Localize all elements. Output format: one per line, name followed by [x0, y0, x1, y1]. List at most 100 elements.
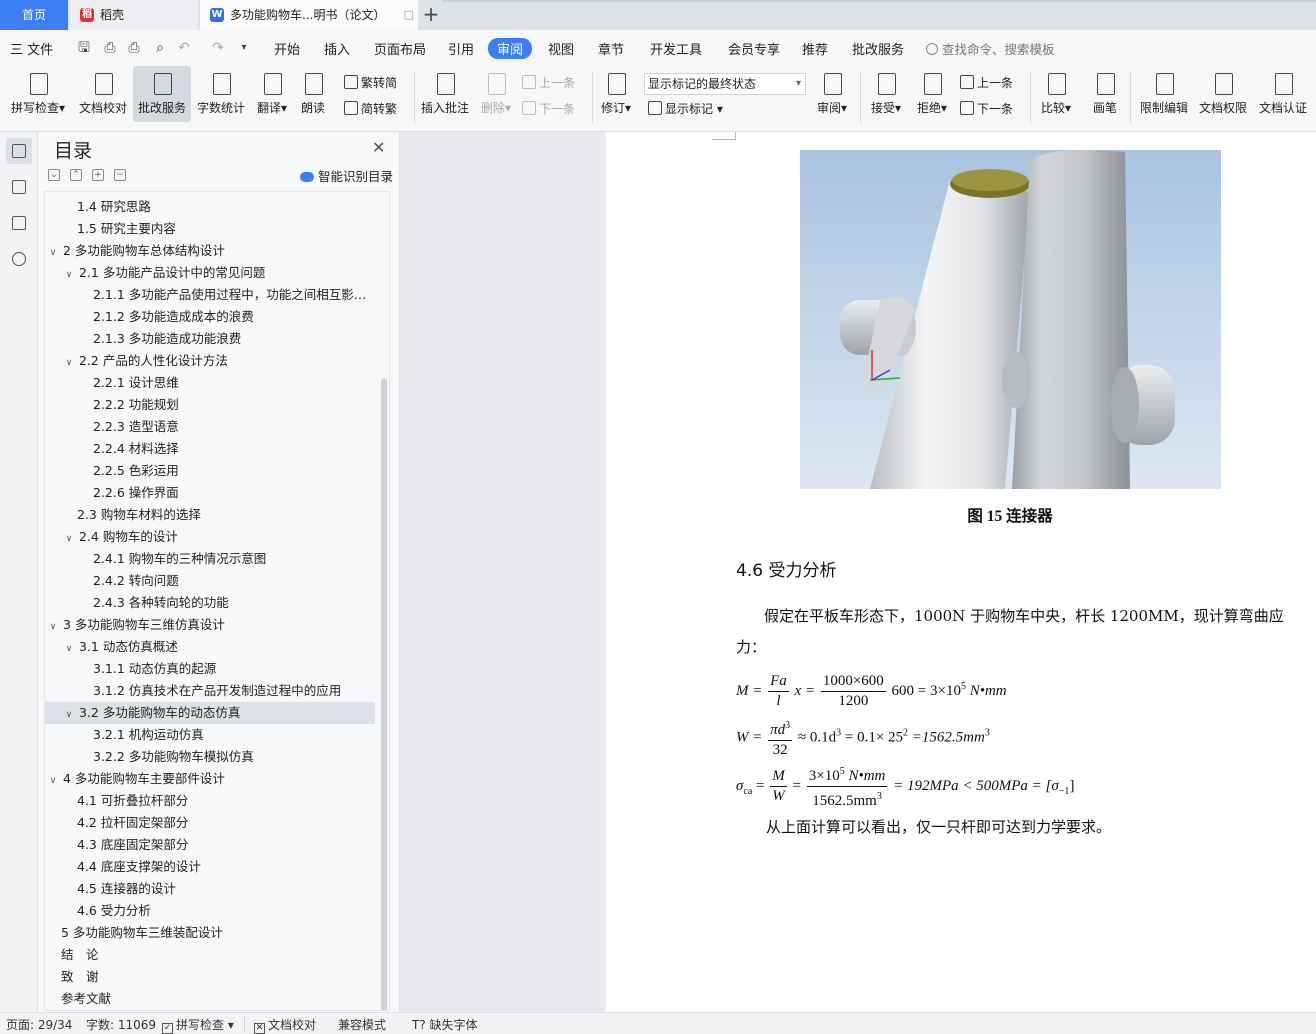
menu-member[interactable]: 会员专享	[728, 39, 780, 58]
bookmark-icon[interactable]	[6, 210, 32, 236]
review-pane-button[interactable]: 审阅▾	[814, 66, 850, 122]
pen-button[interactable]: 画笔	[1090, 66, 1120, 122]
toc-item[interactable]: 2.4.2 转向问题	[45, 570, 375, 592]
word-count-indicator[interactable]: 字数: 11069	[86, 1016, 156, 1033]
spell-check-button[interactable]: 拼写检查▾	[8, 66, 68, 122]
toc-item[interactable]: ∨ 2.4 购物车的设计	[45, 526, 375, 548]
new-tab-icon[interactable]: +	[422, 2, 440, 26]
toc-item[interactable]: 2.4.3 各种转向轮的功能	[45, 592, 375, 614]
toc-item[interactable]: 2.3 购物车材料的选择	[45, 504, 375, 526]
toc-item[interactable]: 5 多功能购物车三维装配设计	[45, 922, 375, 944]
chapter-nav-icon[interactable]	[6, 174, 32, 200]
toc-item[interactable]: 2.2.6 操作界面	[45, 482, 375, 504]
smart-toc-button[interactable]: 智能识别目录	[300, 166, 393, 185]
toc-item[interactable]: ∨ 3.1 动态仿真概述	[45, 636, 375, 658]
next-comment-button[interactable]: 下一条	[522, 100, 575, 117]
find-icon[interactable]	[6, 246, 32, 272]
toc-item[interactable]: 2.1.2 多功能造成成本的浪费	[45, 306, 375, 328]
missing-font-button[interactable]: T? 缺失字体	[412, 1016, 478, 1033]
toc-item[interactable]: ∨ 4 多功能购物车主要部件设计	[45, 768, 375, 790]
toc-item[interactable]: 2.2.4 材料选择	[45, 438, 375, 460]
menu-insert[interactable]: 插入	[324, 39, 350, 58]
toc-item[interactable]: 2.1.1 多功能产品使用过程中，功能之间相互影…	[45, 284, 375, 306]
chevron-down-icon[interactable]: ∨	[63, 264, 75, 284]
toc-item[interactable]: 4.3 底座固定架部分	[45, 834, 375, 856]
document-permission-button[interactable]: 文档权限	[1196, 66, 1250, 122]
chevron-down-icon[interactable]: ∨	[63, 638, 75, 658]
show-markup-button[interactable]: 显示标记 ▾	[648, 100, 723, 117]
chevron-down-icon[interactable]: ∨	[63, 528, 75, 548]
toc-item[interactable]: ∨ 3.2 多功能购物车的动态仿真	[45, 702, 375, 724]
toc-item[interactable]: 4.6 受力分析	[45, 900, 375, 922]
chevron-down-icon[interactable]: ∨	[63, 352, 75, 372]
chevron-down-icon[interactable]: ∨	[47, 242, 59, 262]
toc-item[interactable]: 3.1.1 动态仿真的起源	[45, 658, 375, 680]
tab-home[interactable]: 首页	[0, 0, 68, 30]
menu-chapter[interactable]: 章节	[598, 39, 624, 58]
delete-comment-button[interactable]: 删除▾	[478, 66, 514, 122]
tab-close-icon[interactable]: □	[404, 0, 414, 30]
proofread-status[interactable]: ✕ 文档校对	[254, 1016, 316, 1034]
toc-item[interactable]: 4.5 连接器的设计	[45, 878, 375, 900]
tab-document[interactable]: W 多功能购物车...明书（论文） □	[200, 0, 418, 30]
undo-icon[interactable]: ↶	[176, 40, 192, 56]
prev-change-button[interactable]: 上一条	[960, 74, 1013, 91]
tab-daoke[interactable]: 稻 稻壳	[70, 0, 198, 30]
menu-devtools[interactable]: 开发工具	[650, 39, 702, 58]
toc-item[interactable]: ∨ 2.2 产品的人性化设计方法	[45, 350, 375, 372]
toc-item[interactable]: 2.2.5 色彩运用	[45, 460, 375, 482]
toc-item[interactable]: 2.2.1 设计思维	[45, 372, 375, 394]
expand-all-icon[interactable]: ⌄	[48, 169, 60, 181]
correction-service-button[interactable]: 批改服务	[133, 66, 191, 122]
toc-item[interactable]: 4.1 可折叠拉杆部分	[45, 790, 375, 812]
chevron-down-icon[interactable]: ∨	[47, 770, 59, 790]
toc-item[interactable]: 3.1.2 仿真技术在产品开发制造过程中的应用	[45, 680, 375, 702]
toc-item[interactable]: ∨ 2 多功能购物车总体结构设计	[45, 240, 375, 262]
toc-item[interactable]: 2.2.2 功能规划	[45, 394, 375, 416]
prev-comment-button[interactable]: 上一条	[522, 74, 575, 91]
chevron-down-icon[interactable]: ∨	[47, 616, 59, 636]
chevron-down-icon[interactable]: ∨	[63, 704, 75, 724]
accept-button[interactable]: 接受▾	[868, 66, 904, 122]
toc-item[interactable]: 1.4 研究思路	[45, 196, 375, 218]
print-preview-icon[interactable]: ⌕	[152, 40, 168, 56]
toc-item[interactable]: 1.5 研究主要内容	[45, 218, 375, 240]
toc-item[interactable]: 结 论	[45, 944, 375, 966]
compat-mode-indicator[interactable]: 兼容模式	[338, 1016, 386, 1033]
toc-item[interactable]: 致 谢	[45, 966, 375, 988]
close-icon[interactable]: ✕	[372, 138, 385, 157]
toc-pane-icon[interactable]	[6, 138, 32, 164]
toc-item[interactable]: ∨ 3 多功能购物车三维仿真设计	[45, 614, 375, 636]
quick-access-dropdown-icon[interactable]: ▾	[236, 40, 252, 56]
menu-view[interactable]: 视图	[548, 39, 574, 58]
file-menu[interactable]: 三 文件	[10, 39, 53, 58]
toc-item[interactable]: 2.2.3 造型语意	[45, 416, 375, 438]
track-changes-button[interactable]: 修订▾	[598, 66, 634, 122]
toc-item[interactable]: 3.2.1 机构运动仿真	[45, 724, 375, 746]
spell-check-toggle[interactable]: ✓ 拼写检查 ▾	[162, 1016, 234, 1034]
proofread-button[interactable]: 文档校对	[76, 66, 130, 122]
restrict-editing-button[interactable]: 限制编辑	[1138, 66, 1190, 122]
document-certify-button[interactable]: 文档认证	[1256, 66, 1310, 122]
reject-button[interactable]: 拒绝▾	[914, 66, 950, 122]
menu-reference[interactable]: 引用	[448, 39, 474, 58]
page-indicator[interactable]: 页面: 29/34	[6, 1016, 72, 1033]
toc-item[interactable]: 2.4.1 购物车的三种情况示意图	[45, 548, 375, 570]
save-icon[interactable]: 🖫	[76, 40, 92, 56]
menu-recommend[interactable]: 推荐	[802, 39, 828, 58]
menu-correction[interactable]: 批改服务	[852, 39, 904, 58]
simp-to-trad-button[interactable]: 简转繁	[344, 100, 397, 117]
read-aloud-button[interactable]: 朗读	[298, 66, 328, 122]
menu-start[interactable]: 开始	[274, 39, 300, 58]
print-icon[interactable]: ⎙	[126, 40, 142, 56]
markup-state-select[interactable]: 显示标记的最终状态	[644, 73, 806, 95]
toc-item[interactable]: 参考文献	[45, 988, 375, 1010]
command-search[interactable]: 查找命令、搜索模板	[926, 39, 1055, 58]
next-change-button[interactable]: 下一条	[960, 100, 1013, 117]
menu-layout[interactable]: 页面布局	[374, 39, 426, 58]
toc-item[interactable]: ∨ 2.1 多功能产品设计中的常见问题	[45, 262, 375, 284]
toc-scrollbar[interactable]	[381, 378, 387, 1010]
toc-item[interactable]: 3.2.2 多功能购物车模拟仿真	[45, 746, 375, 768]
toc-item[interactable]: 2.1.3 多功能造成功能浪费	[45, 328, 375, 350]
menu-review[interactable]: 审阅	[488, 38, 533, 59]
